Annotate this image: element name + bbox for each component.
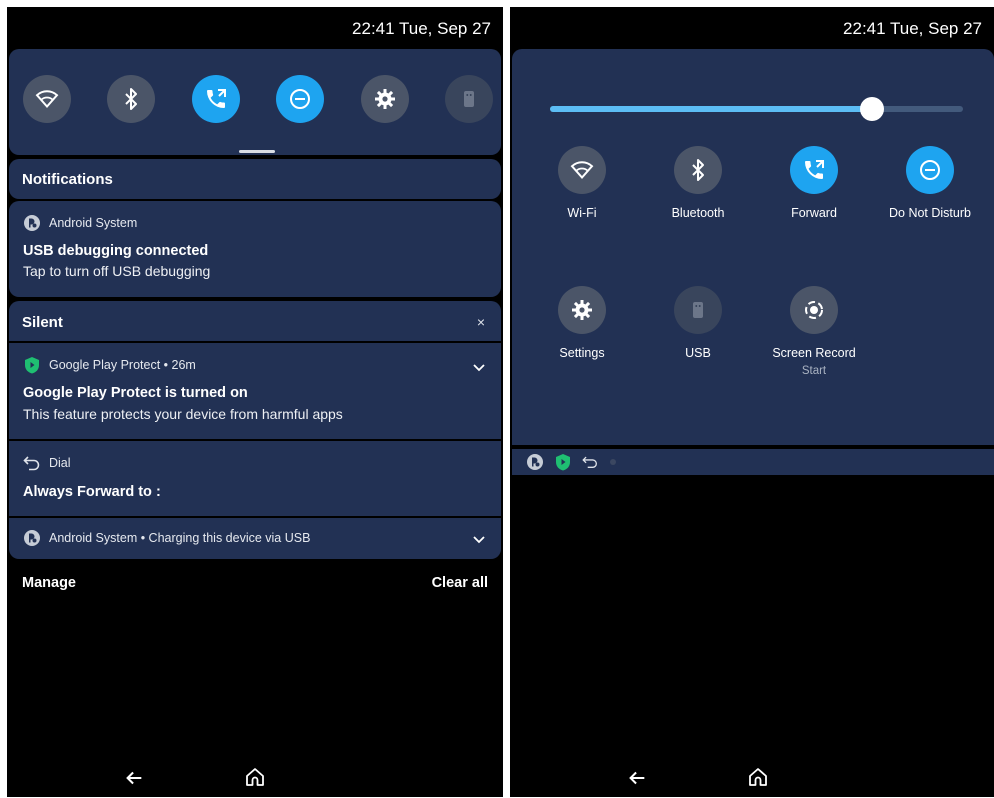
forward-toggle[interactable] <box>191 75 240 123</box>
home-icon[interactable] <box>746 765 770 789</box>
settings-gear-icon <box>572 300 592 320</box>
notification-app-name: Android System <box>49 216 138 230</box>
dnd-toggle[interactable] <box>276 75 325 123</box>
tile-screen-record[interactable]: Screen Record Start <box>756 286 872 377</box>
wifi-button[interactable] <box>558 146 606 194</box>
status-clock: 22:41 Tue, Sep 27 <box>352 19 491 38</box>
quick-settings-expanded: 22:41 Tue, Sep 27 Wi-Fi Bluetooth Forwar… <box>510 7 994 797</box>
navigation-bar <box>7 763 503 793</box>
notifications-header: Notifications <box>9 159 501 199</box>
brightness-fill <box>550 106 873 112</box>
settings-button[interactable] <box>558 286 606 334</box>
clear-all-button[interactable]: Clear all <box>432 575 488 591</box>
notification-app-row: Google Play Protect • 26m <box>23 356 196 374</box>
tile-sublabel: Start <box>801 365 827 377</box>
notification-app-row: Android System • Charging this device vi… <box>23 529 310 547</box>
tile-forward[interactable]: Forward <box>756 146 872 220</box>
usb-button[interactable] <box>674 286 722 334</box>
return-arrow-icon <box>582 453 600 471</box>
notification-app-name: Google Play Protect • 26m <box>49 358 196 372</box>
play-protect-notification[interactable]: Google Play Protect • 26m Google Play Pr… <box>9 343 501 439</box>
tile-bluetooth[interactable]: Bluetooth <box>640 146 756 220</box>
home-icon[interactable] <box>243 765 267 789</box>
quick-settings-row <box>9 49 501 155</box>
wifi-toggle[interactable] <box>23 75 71 123</box>
do-not-disturb-icon <box>290 89 311 109</box>
drag-handle[interactable] <box>239 150 275 153</box>
screen-record-icon <box>805 301 823 319</box>
bluetooth-icon <box>125 88 138 110</box>
wifi-icon <box>570 161 594 180</box>
silent-close-button[interactable]: × <box>477 314 485 330</box>
chevron-down-icon[interactable] <box>471 359 487 375</box>
bluetooth-button[interactable] <box>674 146 722 194</box>
usb-debugging-notification[interactable]: Android System USB debugging connected T… <box>9 201 501 297</box>
notification-app-name: Android System • Charging this device vi… <box>49 531 311 545</box>
notification-icon-shelf[interactable] <box>512 449 994 475</box>
tile-label: Do Not Disturb <box>889 206 971 220</box>
notifications-title: Notifications <box>22 171 113 188</box>
back-arrow-icon[interactable] <box>626 767 648 789</box>
notification-text: Tap to turn off USB debugging <box>23 263 211 279</box>
forward-button[interactable] <box>790 146 838 194</box>
tile-label: Forward <box>791 206 837 220</box>
notification-title: USB debugging connected <box>23 243 209 259</box>
play-protect-icon <box>23 356 41 374</box>
forward-call-icon <box>805 160 824 179</box>
notification-shade: 22:41 Tue, Sep 27 Notifications Android … <box>7 7 503 797</box>
screen-record-button[interactable] <box>790 286 838 334</box>
android-system-icon <box>23 529 41 547</box>
back-arrow-icon[interactable] <box>123 767 145 789</box>
overflow-dot <box>610 459 616 465</box>
notification-title: Google Play Protect is turned on <box>23 385 248 401</box>
notification-title: Always Forward to : <box>23 484 161 500</box>
silent-title: Silent <box>22 314 63 331</box>
do-not-disturb-icon <box>920 160 940 180</box>
tile-label: Bluetooth <box>671 206 725 220</box>
tile-usb[interactable]: USB <box>640 286 756 360</box>
tile-label: Screen Record <box>772 346 856 360</box>
notification-app-name: Dial <box>49 456 71 470</box>
tile-label: Wi-Fi <box>567 206 597 220</box>
settings-gear-icon <box>374 89 395 109</box>
usb-toggle[interactable] <box>444 75 493 123</box>
tile-do-not-disturb[interactable]: Do Not Disturb <box>872 146 988 220</box>
play-protect-icon <box>554 453 572 471</box>
manage-button[interactable]: Manage <box>22 575 76 591</box>
charging-notification[interactable]: Android System • Charging this device vi… <box>9 518 501 559</box>
bluetooth-icon <box>692 159 704 181</box>
tile-label: USB <box>685 346 711 360</box>
usb-icon <box>693 302 703 318</box>
brightness-thumb[interactable] <box>860 97 885 121</box>
notification-app-row: Android System <box>23 214 137 232</box>
chevron-down-icon[interactable] <box>471 531 487 547</box>
settings-toggle[interactable] <box>360 75 409 123</box>
android-system-icon <box>526 453 544 471</box>
silent-header: Silent × <box>9 301 501 341</box>
quick-settings-panel: Wi-Fi Bluetooth Forward Do Not Disturb S… <box>512 49 994 445</box>
brightness-slider[interactable] <box>550 97 963 121</box>
forward-call-icon <box>206 89 226 108</box>
tile-label: Settings <box>559 346 605 360</box>
bluetooth-toggle[interactable] <box>107 75 156 123</box>
android-system-icon <box>23 214 41 232</box>
tile-wifi[interactable]: Wi-Fi <box>524 146 640 220</box>
usb-icon <box>463 91 474 107</box>
notification-app-row: Dial <box>23 454 71 472</box>
dnd-button[interactable] <box>906 146 954 194</box>
notification-text: This feature protects your device from h… <box>23 406 343 422</box>
status-clock: 22:41 Tue, Sep 27 <box>843 19 982 38</box>
tile-settings[interactable]: Settings <box>524 286 640 360</box>
navigation-bar <box>510 763 994 793</box>
dial-notification[interactable]: Dial Always Forward to : <box>9 441 501 516</box>
return-arrow-icon <box>23 454 41 472</box>
wifi-icon <box>35 90 59 109</box>
